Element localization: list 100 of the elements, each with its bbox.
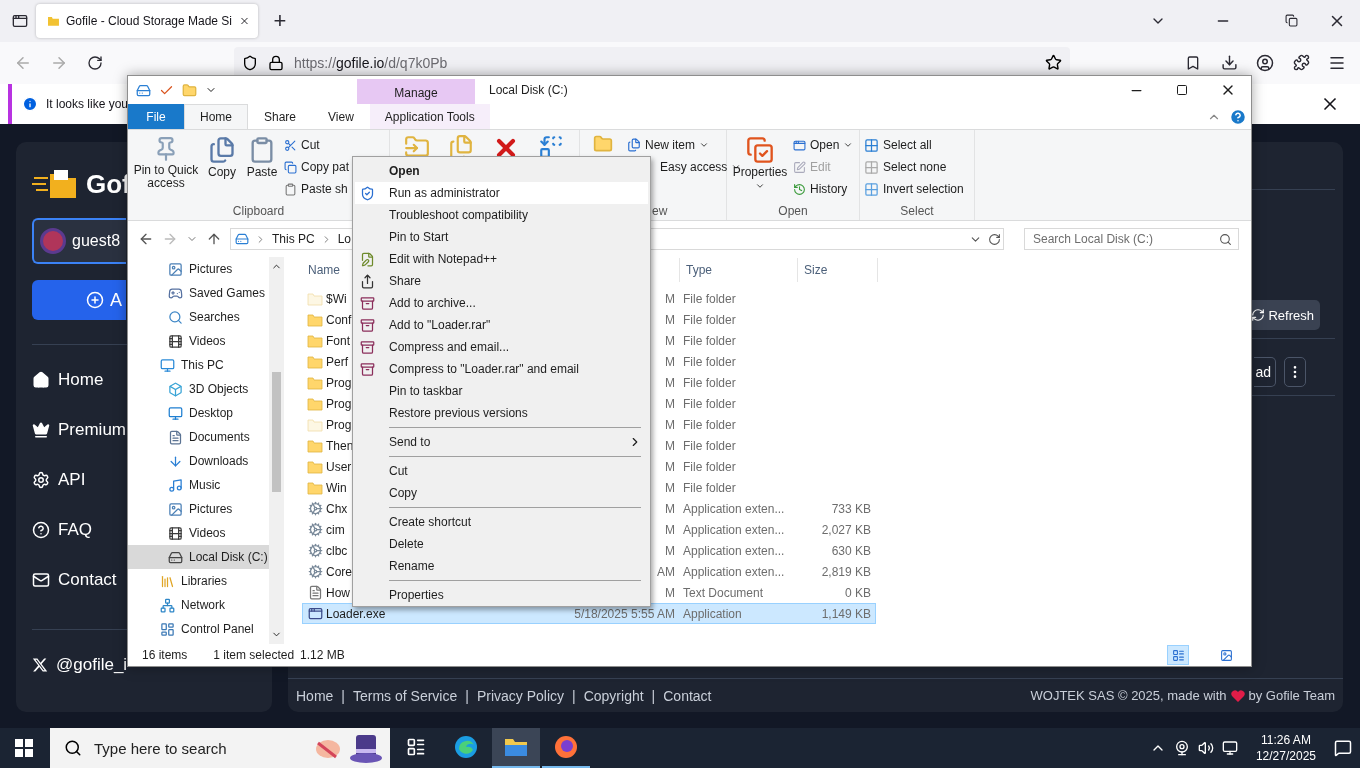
nav-pane-item[interactable]: 3D Objects [128,377,269,401]
copy-button[interactable]: Copy [204,134,240,204]
nav-pane-item[interactable]: Pictures [128,497,269,521]
nav-pane-item[interactable]: This PC [128,353,269,377]
file-size: 630 KB [831,543,871,558]
menu-item[interactable]: Delete [355,533,648,555]
nav-pane-item[interactable]: Searches [128,305,269,329]
menu-item[interactable]: Pin to taskbar [355,380,648,402]
clock[interactable]: 11:26 AM 12/27/2025 [1255,732,1316,764]
sidebar-nav-item[interactable]: Contact [32,565,117,595]
open-icon [793,138,806,152]
footer-link[interactable]: Privacy Policy [476,687,565,704]
menu-item[interactable]: Compress to "Loader.rar" and email [355,358,648,380]
footer-link[interactable]: Terms of Service [353,687,458,704]
sidebar-nav-item[interactable]: Home [32,365,104,395]
sidebar-nav-item[interactable]: FAQ [32,515,92,545]
help-icon[interactable] [1229,107,1247,126]
item-count: 16 items [142,648,188,662]
column-header[interactable]: Type [680,258,798,282]
breadcrumb[interactable]: This PC [272,232,315,246]
nav-pane-item[interactable]: Videos [128,521,269,545]
browser-tab[interactable]: Gofile - Cloud Storage Made Si [36,4,258,38]
nav-pane-item[interactable]: Network [128,593,269,617]
nav-pane-item[interactable]: Music [128,473,269,497]
more-button[interactable] [1284,357,1306,387]
footer-link[interactable]: Contact [663,687,712,704]
menu-item[interactable]: Share [355,270,648,292]
copy-path-button[interactable]: Copy pat [284,156,350,178]
menu-item[interactable]: Add to "Loader.rar" [355,314,648,336]
paste-button[interactable]: Paste [244,134,280,204]
search-input[interactable]: Type here to search [92,738,302,758]
download-button[interactable]: ad [1254,357,1276,387]
nav-pane-item[interactable]: Videos [128,329,269,353]
menu-item[interactable]: Restore previous versions [355,402,648,424]
back-icon[interactable] [138,231,154,247]
menu-item[interactable]: Pin to Start [355,226,648,248]
cut-button[interactable]: Cut [284,134,350,156]
menu-item[interactable]: Properties [355,584,648,606]
scrollbar[interactable] [269,257,284,644]
pin-button[interactable]: Pin to Quick access [132,134,200,204]
menu-item[interactable]: Edit with Notepad++ [355,248,648,270]
open-button[interactable]: Open [793,134,854,156]
refresh-button[interactable]: Refresh [1250,300,1320,330]
select-none-button[interactable]: Select none [864,156,964,178]
sidebar-nav-item[interactable]: Premium [32,415,126,445]
camera-icon[interactable] [1173,740,1190,756]
document-icon [307,585,323,600]
file-date: M [665,417,675,432]
menu-item[interactable]: Create shortcut [355,511,648,533]
footer-link[interactable]: Home [296,687,334,704]
menu-item[interactable]: Compress and email... [355,336,648,358]
up-icon[interactable] [206,231,222,247]
menu-item[interactable]: Copy [355,482,648,504]
user-box[interactable]: guest8 [32,218,126,264]
menu-item[interactable]: Cut [355,460,648,482]
ribbon-tab[interactable]: Home [184,104,248,129]
search-input[interactable]: Search Local Disk (C:) [1031,231,1219,247]
file-row[interactable]: Loader.exe 5/18/2025 5:55 AM Application 1,149 KB [302,603,876,624]
file-date: AM [657,564,675,579]
details-view-button[interactable] [1167,645,1189,665]
select-all-button[interactable]: Select all [864,134,964,156]
menu-item[interactable]: Send to [355,431,648,453]
menu-item[interactable]: Open [355,160,648,182]
paste-shortcut-button[interactable]: Paste sh [284,178,350,200]
history-button[interactable]: History [793,178,854,200]
nav-pane-item[interactable]: Desktop [128,401,269,425]
nav-pane-item[interactable]: Downloads [128,449,269,473]
nav-pane-item[interactable]: Documents [128,425,269,449]
new-tab-button[interactable]: + [258,5,302,37]
notifications-icon[interactable] [1334,739,1352,757]
refresh-icon[interactable] [988,232,1001,246]
menu-item[interactable]: Troubleshoot compatibility [355,204,648,226]
star-icon[interactable] [1045,54,1062,72]
nav-pane-item[interactable]: Local Disk (C:) [128,545,269,569]
ribbon-tab[interactable]: File [128,104,184,129]
add-button[interactable]: A [32,280,126,320]
menu-item[interactable]: Add to archive... [355,292,648,314]
menu-item[interactable]: Rename [355,555,648,577]
search-field[interactable]: Search Local Disk (C:) [1024,228,1239,250]
network-icon[interactable] [1221,740,1238,756]
manage-tab[interactable]: Manage [357,79,475,104]
invert-selection-button[interactable]: Invert selection [864,178,964,200]
scroll-thumb[interactable] [272,372,281,492]
menu-item[interactable]: Run as administrator [355,182,648,204]
volume-icon[interactable] [1197,740,1214,756]
nav-pane-item[interactable]: Libraries [128,569,269,593]
footer-link[interactable]: Copyright [583,687,644,704]
file-name: Loader.exe [326,606,386,621]
sidebar-nav-item[interactable]: API [32,465,86,495]
copy-path-icon [284,160,297,174]
nav-pane-item[interactable]: Saved Games [128,281,269,305]
ribbon-tab[interactable]: Application Tools [369,104,490,129]
taskbar-search-field[interactable]: Type here to search [50,728,390,768]
breadcrumb[interactable]: Lo [337,232,352,246]
social-link[interactable]: @gofile_i [32,650,128,680]
taskbar-app[interactable] [492,728,540,768]
nav-pane-item[interactable]: Pictures [128,257,269,281]
file-date: M [665,459,675,474]
column-header[interactable]: Size [798,258,878,282]
nav-pane-item[interactable]: Control Panel [128,617,269,641]
